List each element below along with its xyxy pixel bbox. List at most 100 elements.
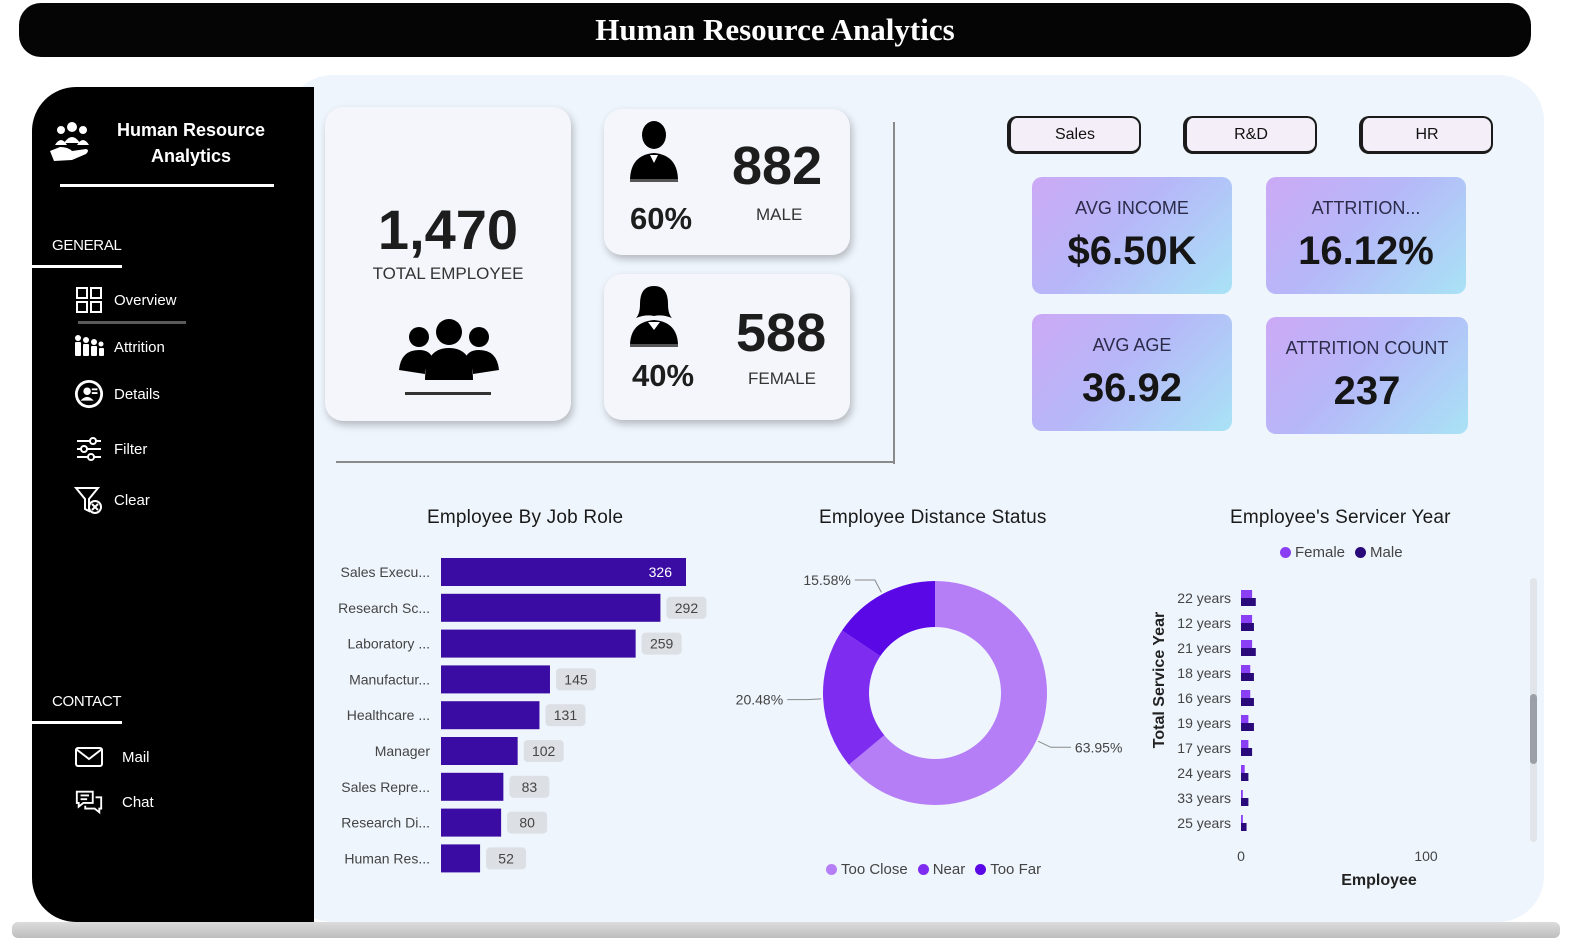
job-role-data-label: 145 <box>564 671 588 687</box>
nav-details-label: Details <box>114 385 160 403</box>
job-role-bar[interactable] <box>441 844 481 873</box>
sidebar: Human Resource Analytics GENERAL Overvie… <box>32 87 314 922</box>
service-bar-male[interactable] <box>1241 673 1254 681</box>
job-role-bar[interactable] <box>441 701 540 730</box>
total-employee-value: 1,470 <box>377 198 519 261</box>
service-x-tick: 0 <box>1237 848 1245 864</box>
general-divider <box>32 265 122 268</box>
job-role-data-label: 52 <box>498 850 514 866</box>
service-x-axis-title: Employee <box>1341 872 1417 889</box>
legend-female-swatch <box>1280 547 1291 558</box>
service-bar-male[interactable] <box>1241 698 1254 706</box>
job-role-bar[interactable] <box>441 772 504 801</box>
job-role-category-label: Manager <box>375 743 431 759</box>
metric-value: $6.50K <box>1067 228 1197 273</box>
service-chart-title: Employee's Servicer Year <box>1230 507 1451 528</box>
service-category-label: 12 years <box>1177 615 1231 631</box>
service-bar-female[interactable] <box>1241 665 1251 673</box>
female-card: 40% 588 FEMALE <box>604 274 850 420</box>
service-bar-male[interactable] <box>1241 823 1247 831</box>
service-bar-female[interactable] <box>1241 615 1253 623</box>
nav-filter[interactable]: Filter <box>74 434 147 464</box>
dept-button-sales[interactable]: Sales <box>1007 116 1141 154</box>
section-general: GENERAL <box>52 237 122 254</box>
service-bar-female[interactable] <box>1241 815 1243 823</box>
job-role-bar[interactable] <box>441 629 636 658</box>
service-category-label: 18 years <box>1177 665 1231 681</box>
section-contact-label: CONTACT <box>52 693 122 710</box>
service-bar-female[interactable] <box>1241 690 1251 698</box>
dept-button-hr[interactable]: HR <box>1359 116 1493 154</box>
service-bar-female[interactable] <box>1241 765 1245 773</box>
job-role-data-label: 102 <box>532 743 556 759</box>
service-category-label: 33 years <box>1177 790 1231 806</box>
page-title: Human Resource Analytics <box>595 12 955 47</box>
male-person-icon <box>626 119 682 190</box>
job-role-data-label: 80 <box>519 815 535 831</box>
job-role-bar[interactable] <box>441 593 661 622</box>
service-bar-male[interactable] <box>1241 598 1256 606</box>
job-role-data-label: 131 <box>554 707 578 723</box>
job-role-chart-title: Employee By Job Role <box>427 507 624 528</box>
nav-attrition-label: Attrition <box>114 338 165 356</box>
nav-chat-label: Chat <box>122 793 154 811</box>
job-role-data-label: 83 <box>522 779 538 795</box>
sidebar-brand: Human Resource Analytics <box>46 117 286 169</box>
female-label: FEMALE <box>748 369 817 388</box>
nav-clear[interactable]: Clear <box>74 485 150 515</box>
legend-male-swatch <box>1355 547 1367 558</box>
job-role-bar[interactable] <box>441 665 550 694</box>
brand-divider <box>60 184 274 187</box>
nav-details[interactable]: Details <box>74 379 160 409</box>
sliders-icon <box>74 434 104 464</box>
service-bar-female[interactable] <box>1241 740 1249 748</box>
service-bar-female[interactable] <box>1241 790 1243 798</box>
nav-mail[interactable]: Mail <box>74 742 150 772</box>
service-bar-female[interactable] <box>1241 590 1253 598</box>
male-percent: 60% <box>630 201 693 236</box>
kpi-frame-right <box>893 122 895 464</box>
section-contact: CONTACT <box>52 693 122 710</box>
service-bar-male[interactable] <box>1241 773 1249 781</box>
service-category-label: 17 years <box>1177 740 1231 756</box>
nav-mail-label: Mail <box>122 748 150 766</box>
service-category-label: 24 years <box>1177 765 1231 781</box>
chart-scrollbar-thumb[interactable] <box>1530 694 1537 764</box>
nav-chat[interactable]: Chat <box>74 787 154 817</box>
job-role-bar[interactable] <box>441 808 502 837</box>
metric-value: 16.12% <box>1298 228 1434 273</box>
clear-filter-icon <box>74 485 104 515</box>
service-bar-female[interactable] <box>1241 715 1249 723</box>
metric-label: AVG AGE <box>1092 334 1172 355</box>
job-role-category-label: Manufactur... <box>349 671 430 687</box>
job-role-category-label: Research Di... <box>341 815 430 831</box>
service-bar-female[interactable] <box>1241 640 1253 648</box>
service-bar-male[interactable] <box>1241 623 1254 631</box>
profile-details-icon <box>74 379 104 409</box>
job-role-data-label: 326 <box>649 564 673 580</box>
metric-attrition-count: ATTRITION COUNT 237 <box>1266 317 1468 434</box>
job-role-data-label: 292 <box>675 600 699 616</box>
dept-button-rnd[interactable]: R&D <box>1183 116 1317 154</box>
kpi-frame-bottom <box>336 461 895 463</box>
legend-near-swatch <box>917 864 929 875</box>
job-role-chart: Sales Execu... 326 Research Sc... 292 Labora… <box>338 558 707 873</box>
mail-icon <box>74 742 104 772</box>
job-role-category-label: Human Res... <box>344 850 430 866</box>
service-bar-male[interactable] <box>1241 723 1254 731</box>
chart-scrollbar[interactable] <box>1530 578 1537 842</box>
male-value: 882 <box>732 136 823 196</box>
distance-chart-title: Employee Distance Status <box>819 507 1047 528</box>
nav-attrition[interactable]: Attrition <box>74 332 165 362</box>
legend-too-far: Too Far <box>990 861 1042 878</box>
nav-overview[interactable]: Overview <box>74 285 177 315</box>
job-role-bar[interactable] <box>441 737 518 765</box>
service-bar-male[interactable] <box>1241 748 1253 756</box>
service-bar-male[interactable] <box>1241 648 1256 656</box>
people-attrition-icon <box>74 332 104 362</box>
service-category-label: 16 years <box>1177 690 1231 706</box>
service-bar-male[interactable] <box>1241 798 1249 806</box>
donut-leader-line <box>854 579 882 593</box>
male-card: 60% 882 MALE <box>604 109 850 255</box>
job-role-category-label: Laboratory ... <box>348 636 431 652</box>
